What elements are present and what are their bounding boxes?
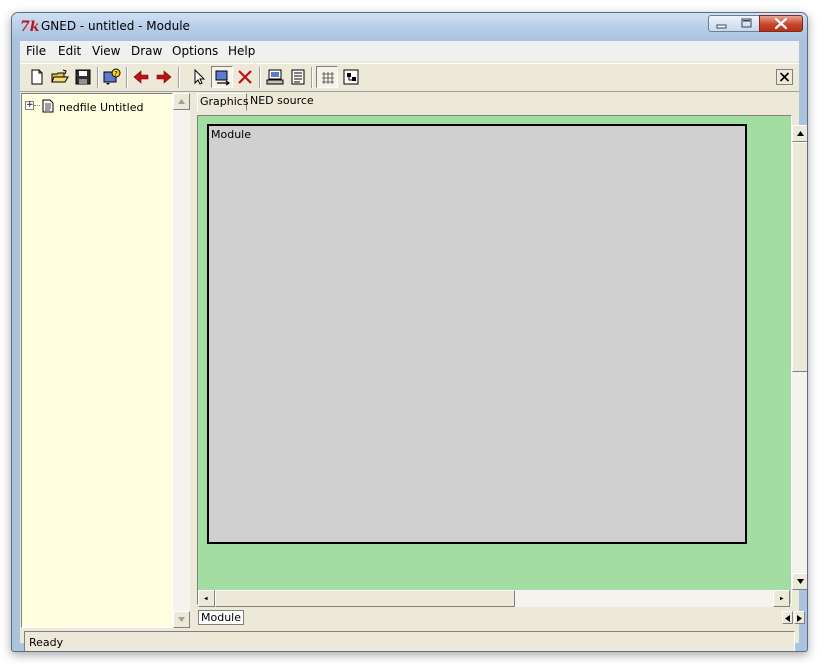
close-document-button[interactable] (776, 69, 793, 85)
arrow-down-icon (178, 617, 185, 622)
arrow-left-icon (204, 596, 208, 601)
menu-edit[interactable]: Edit (58, 44, 81, 58)
tree-vertical-scrollbar[interactable] (173, 93, 190, 628)
canvas-vertical-scrollbar[interactable] (792, 125, 807, 590)
delete-button[interactable] (234, 66, 256, 88)
close-window-button[interactable] (759, 15, 803, 32)
toolbar-separator (178, 67, 180, 88)
arrow-up-icon (178, 99, 185, 104)
module-compound-box[interactable]: Module (207, 124, 747, 544)
menu-file[interactable]: File (26, 44, 46, 58)
tab-ned-source[interactable]: NED source (248, 93, 314, 111)
tree-connector (34, 105, 40, 106)
layout-icon (343, 69, 359, 85)
maximize-button[interactable] (734, 15, 760, 32)
grid-icon (322, 72, 334, 84)
save-disk-icon (75, 69, 91, 85)
arrow-left-icon (785, 615, 790, 622)
toolbar: ? (20, 63, 799, 92)
graphics-canvas[interactable]: Module (197, 115, 792, 605)
status-bar: Ready (24, 631, 795, 651)
arrow-up-icon (797, 131, 804, 136)
canvas-horizontal-scrollbar[interactable] (198, 590, 790, 607)
toolbar-separator (311, 67, 313, 88)
forward-button[interactable] (153, 66, 175, 88)
new-file-button[interactable] (26, 66, 48, 88)
graphics-view-button[interactable] (264, 66, 286, 88)
window-title: GNED - untitled - Module (41, 19, 190, 33)
delete-x-icon (238, 70, 252, 84)
maximize-icon (741, 18, 752, 28)
tab-scroll-right-button[interactable] (794, 611, 805, 624)
arrow-down-icon (797, 579, 804, 584)
menu-help[interactable]: Help (228, 44, 255, 58)
status-text: Ready (29, 636, 64, 649)
tree-expand-toggle[interactable]: + (25, 101, 34, 110)
arrow-right-icon (156, 70, 172, 84)
toolbar-separator (97, 67, 99, 88)
text-view-icon (291, 69, 305, 85)
toolbar-separator (259, 67, 261, 88)
menu-draw[interactable]: Draw (131, 44, 162, 58)
menu-view[interactable]: View (92, 44, 120, 58)
svg-text:?: ? (114, 70, 118, 78)
menu-bar: File Edit View Draw Options Help (20, 41, 799, 61)
source-view-button[interactable] (287, 66, 309, 88)
scroll-down-button[interactable] (173, 611, 190, 628)
toolbar-separator (126, 67, 128, 88)
monitor-icon (266, 69, 284, 85)
main-window: 7k GNED - untitled - Module File Edit Vi… (11, 12, 808, 652)
properties-icon: ? (103, 68, 121, 85)
close-icon (774, 17, 788, 30)
menu-options[interactable]: Options (172, 44, 218, 58)
close-icon (779, 72, 790, 82)
draw-module-icon (215, 70, 231, 86)
open-file-button[interactable] (49, 66, 71, 88)
scroll-down-button[interactable] (792, 573, 807, 590)
module-tree-panel[interactable]: + nedfile Untitled (21, 93, 173, 628)
open-folder-icon (51, 69, 69, 83)
new-document-icon (31, 69, 43, 85)
grid-toggle-button[interactable] (316, 66, 338, 88)
arrow-right-icon (780, 596, 784, 601)
select-tool-button[interactable] (188, 66, 210, 88)
scrollbar-track[interactable] (173, 93, 190, 628)
draw-module-button[interactable] (211, 66, 233, 88)
properties-button[interactable]: ? (101, 66, 123, 88)
scroll-up-button[interactable] (173, 93, 190, 110)
minimize-button[interactable] (708, 15, 735, 32)
scrollbar-thumb[interactable] (215, 590, 515, 607)
tab-graphics[interactable]: Graphics (197, 93, 249, 111)
scrollbar-thumb[interactable] (792, 142, 807, 372)
document-icon (42, 99, 54, 113)
scroll-up-button[interactable] (792, 125, 807, 142)
scroll-left-button[interactable] (198, 590, 215, 607)
tree-item-label[interactable]: nedfile Untitled (59, 101, 143, 114)
back-button[interactable] (130, 66, 152, 88)
module-tab-strip: Module (197, 608, 805, 626)
pointer-icon (194, 68, 206, 85)
arrow-left-icon (133, 70, 149, 84)
module-tab[interactable]: Module (198, 610, 244, 625)
save-file-button[interactable] (72, 66, 94, 88)
module-title: Module (211, 128, 251, 141)
tab-scroll-left-button[interactable] (782, 611, 793, 624)
arrow-right-icon (797, 615, 802, 622)
client-area: File Edit View Draw Options Help ? + ned… (20, 41, 807, 651)
layout-button[interactable] (340, 66, 362, 88)
tk-app-icon: 7k (20, 19, 40, 35)
minimize-icon (716, 24, 727, 29)
title-bar[interactable]: 7k GNED - untitled - Module (12, 13, 807, 41)
scroll-right-button[interactable] (773, 590, 790, 607)
